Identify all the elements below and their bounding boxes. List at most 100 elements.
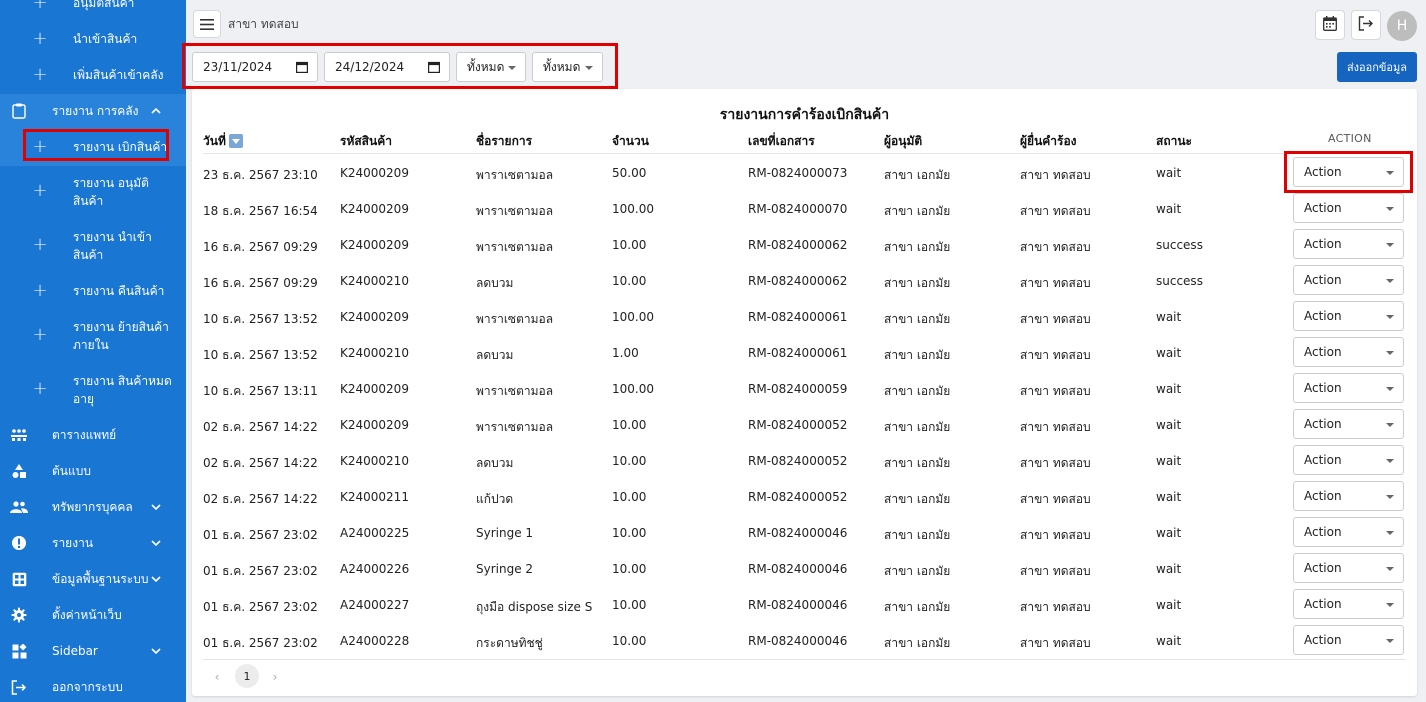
action-select-label: Action xyxy=(1304,489,1342,503)
export-data-button[interactable]: ส่งออกข้อมูล xyxy=(1337,52,1417,82)
calendar-button[interactable] xyxy=(1315,10,1345,40)
cell-document-no: RM-0824000059 xyxy=(748,382,848,396)
cell-approver: สาขา เอกมัย xyxy=(884,564,951,578)
cell-date: 01 ธ.ค. 2567 23:02 xyxy=(203,564,318,578)
table-row: 16 ธ.ค. 2567 09:29 K24000210 ลดบวม 10.00 RM-… xyxy=(192,263,1417,299)
sort-icon[interactable] xyxy=(228,133,243,148)
sidebar-item-approve-products[interactable]: + อนุมัติสินค้า xyxy=(0,0,186,12)
sidebar-item-web-settings[interactable]: ตั้งค่าหน้าเว็บ xyxy=(0,606,186,624)
filter-select-2[interactable]: ทั้งหมด xyxy=(532,52,603,82)
action-select[interactable]: Action xyxy=(1293,373,1404,403)
cell-date: 10 ธ.ค. 2567 13:11 xyxy=(203,384,318,398)
cell-requester: สาขา ทดสอบ xyxy=(1020,240,1091,254)
column-header-code: รหัสสินค้า xyxy=(340,134,392,148)
filter-select-2-value: ทั้งหมด xyxy=(543,59,581,74)
cell-date: 18 ธ.ค. 2567 16:54 xyxy=(203,204,318,218)
alert-icon xyxy=(10,534,28,552)
sidebar-group-warehouse-report[interactable]: รายงาน การคลัง xyxy=(0,102,186,120)
action-select[interactable]: Action xyxy=(1293,337,1404,367)
cell-document-no: RM-0824000046 xyxy=(748,526,848,540)
sidebar-item-label: รายงาน คืนสินค้า xyxy=(73,284,165,298)
cell-item-name: พาราเซตามอล xyxy=(476,312,554,326)
date-to-input[interactable]: 24/12/2024 xyxy=(324,52,450,82)
cell-quantity: 100.00 xyxy=(612,382,654,396)
sidebar-item-logout[interactable]: ออกจากระบบ xyxy=(0,678,186,696)
action-select[interactable]: Action xyxy=(1293,481,1404,511)
chevron-down-icon xyxy=(150,501,162,513)
action-select[interactable]: Action xyxy=(1293,229,1404,259)
sidebar-item-reports[interactable]: รายงาน xyxy=(0,534,186,552)
hamburger-menu-button[interactable] xyxy=(193,10,221,38)
cell-item-name: กระดาษทิชชู่ xyxy=(476,636,543,650)
plus-icon: + xyxy=(32,234,48,255)
cell-date: 01 ธ.ค. 2567 23:02 xyxy=(203,636,318,650)
cell-status: wait xyxy=(1156,526,1182,540)
sidebar-item-hr[interactable]: ทรัพยากรบุคคล xyxy=(0,498,186,516)
shapes-icon xyxy=(10,462,28,480)
cell-approver: สาขา เอกมัย xyxy=(884,492,951,506)
avatar[interactable]: H xyxy=(1387,11,1417,41)
cell-approver: สาขา เอกมัย xyxy=(884,240,951,254)
pagination-page-1[interactable]: 1 xyxy=(235,664,259,688)
header-divider xyxy=(203,153,1406,154)
cell-status: success xyxy=(1156,274,1203,288)
sidebar-item-label: รายงาน xyxy=(52,536,94,550)
sidebar-item-doctor-schedule[interactable]: ตารางแพทย์ xyxy=(0,426,186,444)
sidebar-item-transfer-report[interactable]: + รายงาน ย้ายสินค้าภายใน xyxy=(0,318,186,354)
cell-document-no: RM-0824000046 xyxy=(748,562,848,576)
pagination-next-button[interactable]: › xyxy=(265,667,285,687)
schedule-icon xyxy=(10,426,28,444)
action-select-label: Action xyxy=(1304,381,1342,395)
filter-select-1-value: ทั้งหมด xyxy=(467,59,505,74)
sidebar-item-sidebar[interactable]: Sidebar xyxy=(0,642,186,660)
caret-down-icon xyxy=(1386,279,1394,283)
sidebar-item-approve-report[interactable]: + รายงาน อนุมัติสินค้า xyxy=(0,174,186,210)
action-select[interactable]: Action xyxy=(1293,265,1404,295)
cell-requester: สาขา ทดสอบ xyxy=(1020,204,1091,218)
cell-code: K24000209 xyxy=(340,166,409,180)
calendar-icon[interactable] xyxy=(428,61,441,73)
sidebar-item-master-data[interactable]: ข้อมูลพื้นฐานระบบ xyxy=(0,570,186,588)
cell-status: wait xyxy=(1156,562,1182,576)
cell-requester: สาขา ทดสอบ xyxy=(1020,528,1091,542)
logout-button[interactable] xyxy=(1351,10,1381,40)
cell-status: wait xyxy=(1156,598,1182,612)
cell-document-no: RM-0824000046 xyxy=(748,598,848,612)
calendar-icon[interactable] xyxy=(296,61,309,73)
sidebar-item-add-stock[interactable]: + เพิ่มสินค้าเข้าคลัง xyxy=(0,66,186,84)
cell-quantity: 10.00 xyxy=(612,238,647,252)
plus-icon: + xyxy=(32,28,48,49)
action-select[interactable]: Action xyxy=(1293,409,1404,439)
sidebar-item-template[interactable]: ต้นแบบ xyxy=(0,462,186,480)
action-select[interactable]: Action xyxy=(1293,445,1404,475)
action-select[interactable]: Action xyxy=(1293,193,1404,223)
cell-code: K24000209 xyxy=(340,418,409,432)
cell-code: K24000210 xyxy=(340,346,409,360)
action-select[interactable]: Action xyxy=(1293,301,1404,331)
action-select[interactable]: Action xyxy=(1293,625,1404,655)
sidebar-item-return-report[interactable]: + รายงาน คืนสินค้า xyxy=(0,282,186,300)
cell-status: wait xyxy=(1156,346,1182,360)
sidebar-item-label: Sidebar xyxy=(52,644,98,658)
caret-down-icon xyxy=(585,66,593,70)
table-row: 23 ธ.ค. 2567 23:10 K24000209 พาราเซตามอล 50… xyxy=(192,155,1417,191)
caret-down-icon xyxy=(1386,387,1394,391)
action-select[interactable]: Action xyxy=(1293,589,1404,619)
gear-icon xyxy=(10,606,28,624)
cell-document-no: RM-0824000062 xyxy=(748,238,848,252)
sidebar-item-withdraw-report[interactable]: + รายงาน เบิกสินค้า xyxy=(0,138,186,156)
filter-select-1[interactable]: ทั้งหมด xyxy=(456,52,526,82)
action-select[interactable]: Action xyxy=(1293,517,1404,547)
cell-code: K24000209 xyxy=(340,202,409,216)
date-from-input[interactable]: 23/11/2024 xyxy=(192,52,318,82)
sidebar-item-import-products[interactable]: + นำเข้าสินค้า xyxy=(0,30,186,48)
column-header-date[interactable]: วันที่ xyxy=(203,132,243,151)
cell-date: 02 ธ.ค. 2567 14:22 xyxy=(203,456,318,470)
pagination-prev-button[interactable]: ‹ xyxy=(207,667,227,687)
clipboard-icon xyxy=(10,102,28,120)
sidebar-item-import-report[interactable]: + รายงาน นำเข้าสินค้า xyxy=(0,228,186,264)
sidebar: + อนุมัติสินค้า + นำเข้าสินค้า + เพิ่มสิ… xyxy=(0,0,186,702)
cell-requester: สาขา ทดสอบ xyxy=(1020,312,1091,326)
sidebar-item-expired-report[interactable]: + รายงาน สินค้าหมดอายุ xyxy=(0,372,186,408)
action-select[interactable]: Action xyxy=(1293,553,1404,583)
